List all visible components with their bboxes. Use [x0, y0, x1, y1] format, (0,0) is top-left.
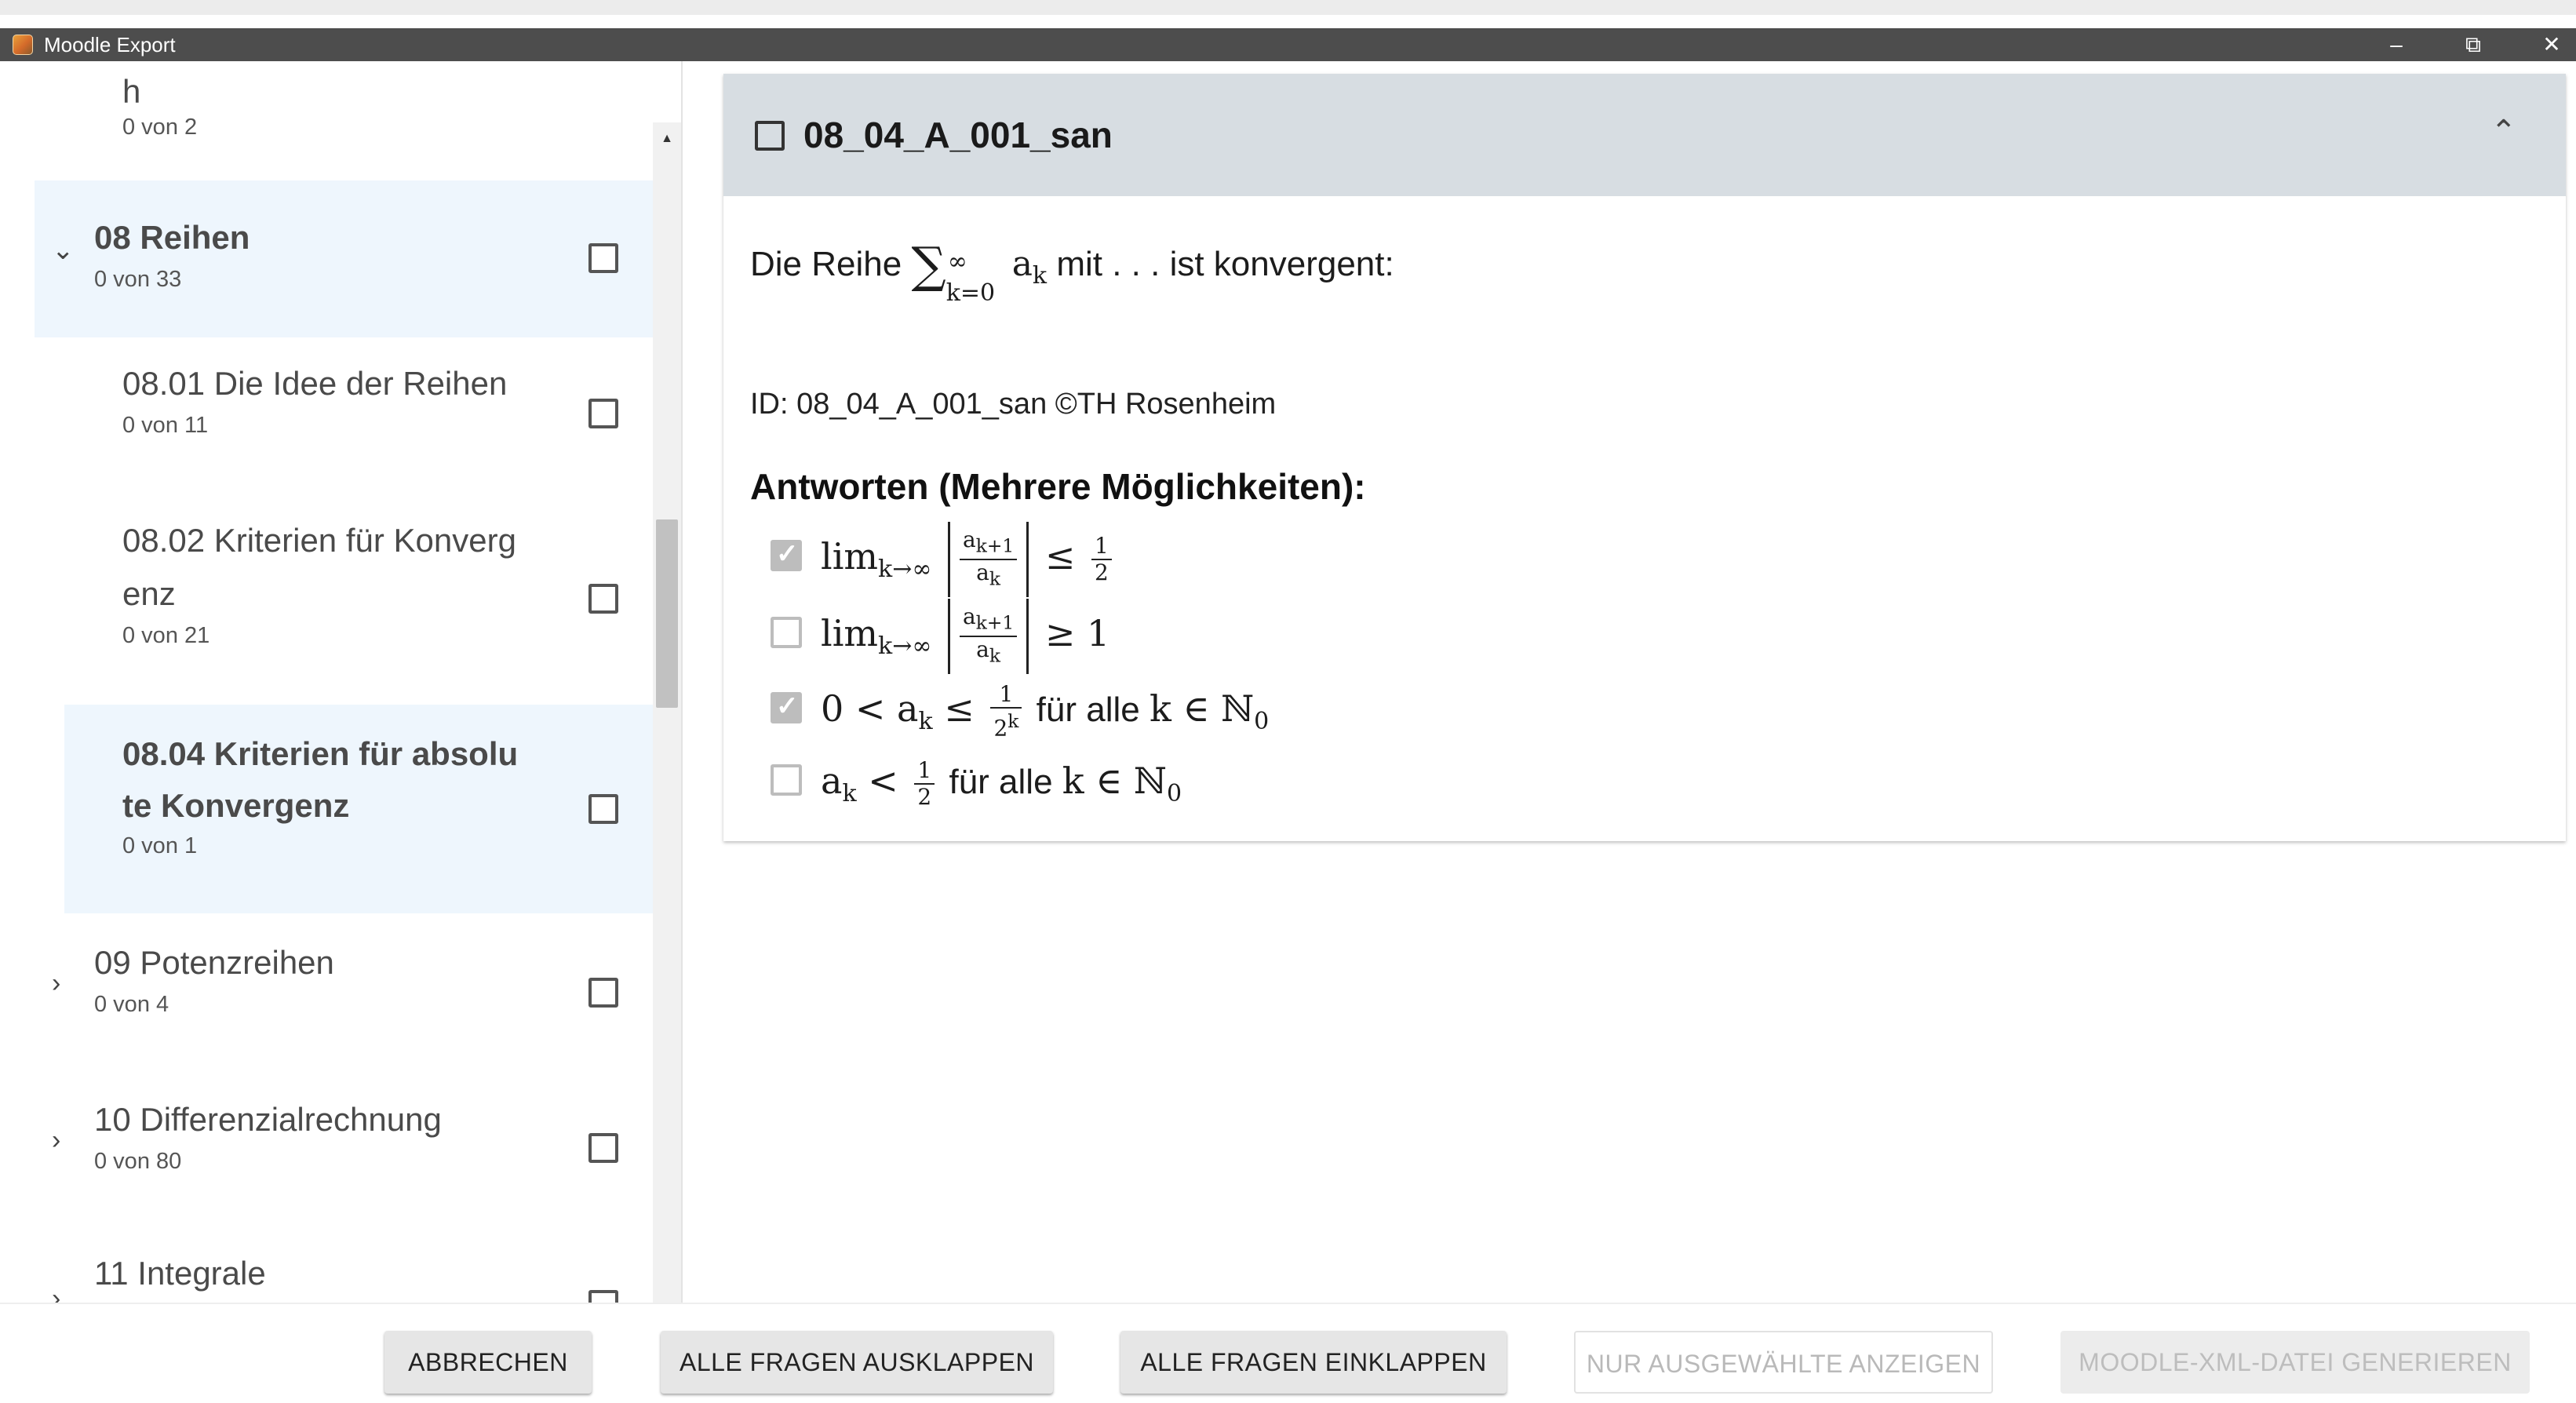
answer-checkbox-checked[interactable]: [771, 691, 802, 723]
expand-all-button[interactable]: ALLE FRAGEN AUSKLAPPEN: [661, 1331, 1053, 1394]
sidebar-item-08-02[interactable]: 08.02 Kriterien für Konverg enz 0 von 21: [35, 494, 653, 705]
chapter-sidebar: h 0 von 2 ⌄ 08 Reihen 0 von 33 08.01 Die…: [0, 61, 681, 1303]
answer-formula: limk→∞ ak+1 ak ≤ 12: [821, 519, 1117, 607]
sidebar-item-count: 0 von 1: [122, 833, 198, 858]
section-checkbox[interactable]: [588, 399, 618, 428]
sum-formula: ∑ ∞ k=0 ak: [911, 236, 1048, 307]
answer-checkbox-checked[interactable]: [771, 538, 802, 571]
app-icon: [13, 35, 33, 55]
question-text: Die Reihe ∑ ∞ k=0 ak mit . . . ist konverg…: [750, 236, 1394, 307]
title-bar: Moodle Export – ⧉ ✕: [0, 28, 2576, 61]
collapse-all-button[interactable]: ALLE FRAGEN EINKLAPPEN: [1120, 1331, 1507, 1394]
answer-text: für alle: [939, 763, 1062, 801]
sidebar-item-count: 0 von 11: [122, 413, 209, 438]
sidebar-item-label: 09 Potenzreihen: [94, 944, 334, 981]
sidebar-item-count: 0 von 80: [94, 1149, 182, 1174]
chapter-checkbox[interactable]: [588, 1133, 618, 1163]
minimize-icon[interactable]: –: [2373, 31, 2420, 58]
sidebar-item-11[interactable]: › 11 Integrale: [35, 1227, 653, 1303]
sidebar-item-count: 0 von 21: [122, 623, 210, 648]
section-checkbox[interactable]: [588, 794, 618, 824]
question-text-start: Die Reihe: [750, 245, 912, 283]
sidebar-item-label: 08 Reihen: [94, 219, 250, 256]
close-icon[interactable]: ✕: [2528, 31, 2575, 58]
sidebar-item-08-reihen[interactable]: ⌄ 08 Reihen 0 von 33: [35, 180, 653, 337]
show-selected-button[interactable]: NUR AUSGEWÄHLTE ANZEIGEN: [1574, 1331, 1993, 1394]
sidebar-item-label-line1: 08.04 Kriterien für absolu: [122, 735, 519, 772]
sidebar-item-08-01[interactable]: 08.01 Die Idee der Reihen 0 von 11: [35, 337, 653, 494]
chapter-checkbox[interactable]: [588, 243, 618, 273]
chapter-checkbox[interactable]: [588, 1290, 618, 1303]
sidebar-scrollbar[interactable]: ▲ ▼: [653, 122, 681, 1303]
sidebar-item-label-line2: enz: [122, 575, 176, 612]
question-panel: 08_04_A_001_san ⌃ Die Reihe ∑ ∞ k=0 ak mit…: [683, 61, 2576, 1303]
chevron-right-icon[interactable]: ›: [52, 1127, 60, 1153]
chevron-right-icon[interactable]: ›: [52, 970, 60, 997]
generate-xml-button[interactable]: MOODLE-XML-DATEI GENERIEREN: [2060, 1331, 2530, 1394]
sidebar-item-label: 11 Integrale: [94, 1255, 266, 1292]
sidebar-item-label-line2: te Konvergenz: [122, 787, 350, 824]
answer-checkbox[interactable]: [771, 617, 802, 648]
maximize-icon[interactable]: ⧉: [2450, 31, 2497, 58]
scrollbar-thumb[interactable]: [656, 519, 678, 708]
answer-text: für alle: [1026, 691, 1150, 729]
question-card-header[interactable]: 08_04_A_001_san ⌃: [723, 74, 2566, 196]
sidebar-item-10[interactable]: › 10 Differenzialrechnung 0 von 80: [35, 1070, 653, 1227]
chevron-down-icon[interactable]: ⌄: [52, 237, 75, 264]
question-text-end: ist konvergent:: [1169, 245, 1394, 283]
sidebar-item-label-line1: 08.02 Kriterien für Konverg: [122, 522, 516, 559]
answer-checkbox[interactable]: [771, 764, 802, 796]
sidebar-item-count: 0 von 2: [122, 115, 198, 140]
question-text-mit: mit . . .: [1047, 245, 1170, 283]
chevron-right-icon[interactable]: ›: [52, 1285, 60, 1303]
question-checkbox[interactable]: [755, 121, 785, 151]
answers-heading: Antworten (Mehrere Möglichkeiten):: [750, 466, 1366, 507]
scroll-up-arrow-icon[interactable]: ▲: [653, 127, 681, 151]
question-card: 08_04_A_001_san ⌃ Die Reihe ∑ ∞ k=0 ak mit…: [723, 74, 2566, 841]
cancel-button[interactable]: ABBRECHEN: [384, 1331, 592, 1394]
sidebar-item-08-04[interactable]: 08.04 Kriterien für absolu te Konvergenz…: [64, 705, 653, 913]
answer-formula: ak < 12 für alle k ∈ ℕ0: [821, 757, 1182, 810]
question-id-line: ID: 08_04_A_001_san ©TH Rosenheim: [750, 388, 1277, 421]
sidebar-item-label: 08.01 Die Idee der Reihen: [122, 365, 508, 402]
sidebar-item-09[interactable]: › 09 Potenzreihen 0 von 4: [35, 913, 653, 1070]
answer-formula: limk→∞ ak+1 ak ≥ 1: [821, 596, 1109, 683]
sidebar-item-label: 10 Differenzialrechnung: [94, 1101, 442, 1138]
section-checkbox[interactable]: [588, 584, 618, 614]
action-bar: ABBRECHEN ALLE FRAGEN AUSKLAPPEN ALLE FR…: [0, 1303, 2576, 1403]
sidebar-item-h[interactable]: h 0 von 2: [35, 61, 653, 180]
window-title: Moodle Export: [44, 33, 176, 56]
chevron-up-icon[interactable]: ⌃: [2490, 108, 2517, 155]
chapter-checkbox[interactable]: [588, 978, 618, 1008]
question-title: 08_04_A_001_san: [803, 115, 1113, 155]
sidebar-item-label: h: [122, 73, 141, 110]
sidebar-item-count: 0 von 33: [94, 267, 182, 292]
window-top-strip: [0, 0, 2576, 15]
sidebar-item-count: 0 von 4: [94, 992, 169, 1017]
